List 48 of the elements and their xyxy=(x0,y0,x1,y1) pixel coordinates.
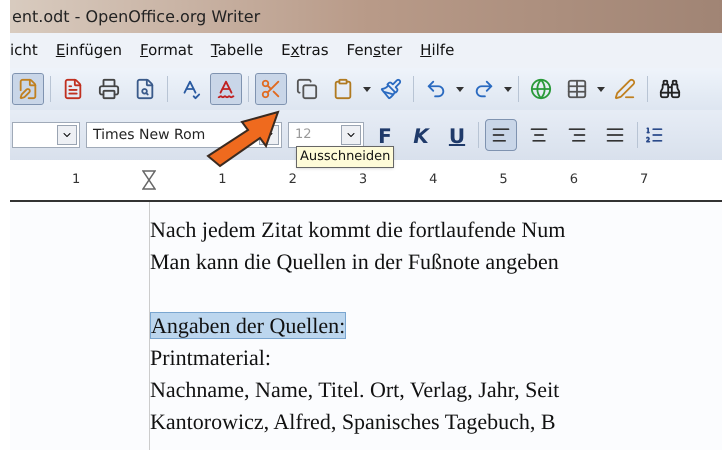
preview-icon xyxy=(134,78,156,100)
ruler-number: 4 xyxy=(429,171,438,190)
undo-icon xyxy=(425,78,447,100)
numbered-list-icon xyxy=(644,125,664,145)
ruler-number: 3 xyxy=(358,171,368,190)
globe-icon xyxy=(530,78,552,100)
dropdown-button[interactable] xyxy=(57,125,77,145)
binoculars-icon xyxy=(659,78,681,100)
document-text-line: Nach jedem Zitat kommt die fortlaufende Num xyxy=(150,217,566,242)
scissors-icon xyxy=(260,78,282,100)
window-title: ent.odt - OpenOffice.org Writer xyxy=(12,6,260,28)
clipboard-icon xyxy=(332,78,354,100)
dropdown-arrow-icon[interactable] xyxy=(504,86,512,92)
dropdown-arrow-icon[interactable] xyxy=(363,86,371,92)
text-style-button[interactable]: U xyxy=(442,120,472,150)
ruler-number: 1 xyxy=(218,171,227,190)
ruler-number: 5 xyxy=(499,171,508,190)
indent-marker-icon xyxy=(142,170,156,190)
menu-item[interactable]: Fenster xyxy=(346,39,402,62)
pencil-icon xyxy=(614,78,636,100)
paintbrush-icon xyxy=(380,78,402,100)
redo-icon xyxy=(473,78,495,100)
document-text-line: Man kann die Quellen in der Fußnote angeben xyxy=(150,249,559,274)
table-icon xyxy=(566,78,588,100)
menu-item[interactable]: icht xyxy=(10,39,38,62)
text-style-button[interactable]: K xyxy=(406,120,436,150)
menu-item[interactable]: Tabelle xyxy=(210,39,264,62)
menu-item[interactable]: Format xyxy=(140,39,193,62)
document-text-line: Kantorowicz, Alfred, Spanisches Tagebuch, B xyxy=(150,409,556,434)
tooltip: Ausschneiden xyxy=(296,146,394,168)
document-text-line: Nachname, Name, Titel. Ort, Verlag, Jahr, Seit xyxy=(150,377,560,402)
ruler-number: 2 xyxy=(288,171,297,190)
dropdown-arrow-icon[interactable] xyxy=(597,86,605,92)
dropdown-arrow-icon[interactable] xyxy=(456,86,464,92)
menu-item[interactable]: Extras xyxy=(281,39,329,62)
document-text-line: Printmaterial: xyxy=(150,345,271,370)
edit-file-icon xyxy=(17,78,39,100)
ruler-number: 6 xyxy=(570,171,578,190)
ruler-number: 7 xyxy=(640,171,648,190)
menu-item[interactable]: Einfügen xyxy=(56,39,122,62)
align-button[interactable] xyxy=(485,119,517,151)
spellcheck-icon xyxy=(215,78,237,100)
menu-item[interactable]: Hilfe xyxy=(420,39,454,62)
print-icon xyxy=(98,78,120,100)
dropdown-button[interactable] xyxy=(341,125,361,145)
copy-icon xyxy=(296,78,318,100)
pdf-icon xyxy=(62,78,84,100)
ruler-number: 1 xyxy=(72,171,80,190)
